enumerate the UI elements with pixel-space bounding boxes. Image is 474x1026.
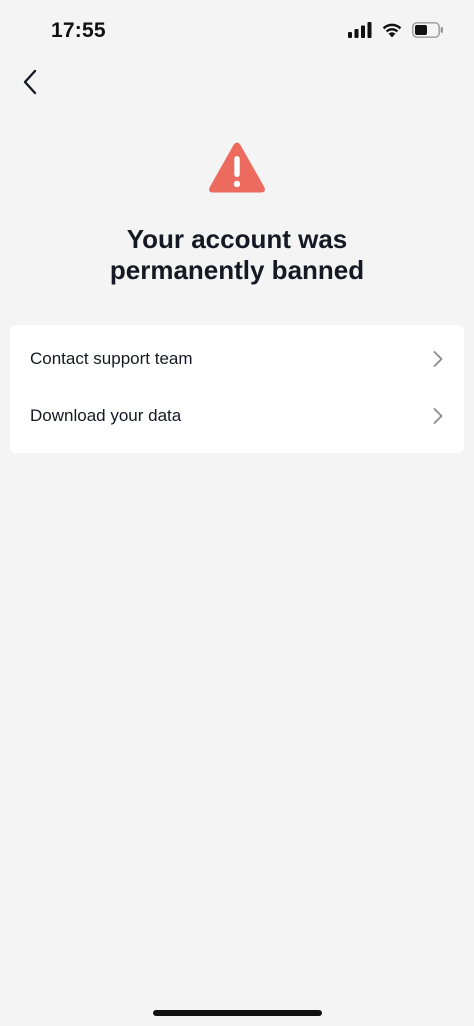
warning-triangle-icon	[208, 142, 266, 194]
chevron-left-icon	[22, 69, 38, 100]
status-time: 17:55	[51, 19, 106, 42]
list-item-label: Download your data	[30, 406, 182, 425]
home-indicator[interactable]	[153, 1010, 322, 1016]
options-card: Contact support team Download your data	[10, 325, 464, 453]
list-item-label: Contact support team	[30, 349, 193, 368]
page-title: Your account was permanently banned	[40, 224, 434, 286]
back-button[interactable]	[12, 66, 48, 102]
banned-account-screen: 17:55 Your account was permanently banne…	[0, 0, 474, 1026]
status-bar: 17:55	[0, 0, 474, 62]
title-line-1: Your account was	[126, 224, 348, 254]
download-data-item[interactable]: Download your data	[10, 388, 464, 444]
wifi-icon	[381, 22, 403, 43]
chevron-right-icon	[432, 350, 444, 368]
chevron-right-icon	[432, 407, 444, 425]
contact-support-item[interactable]: Contact support team	[10, 331, 464, 387]
battery-icon	[412, 22, 444, 43]
status-icons	[348, 22, 444, 43]
title-line-2: permanently banned	[109, 255, 365, 285]
cellular-signal-icon	[348, 22, 372, 43]
